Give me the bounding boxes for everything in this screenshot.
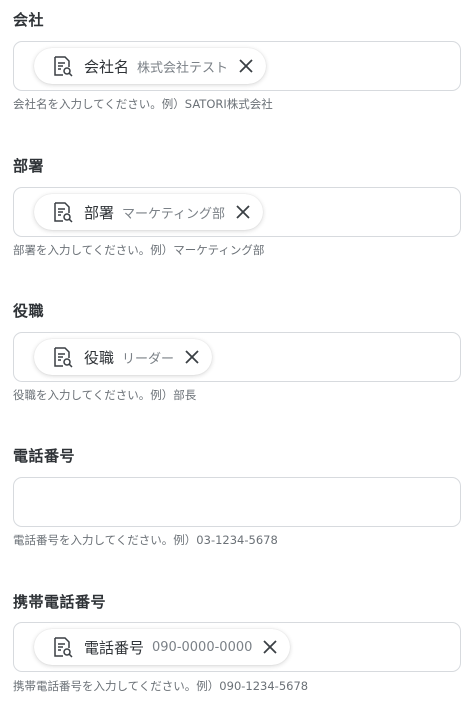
close-icon[interactable] — [262, 639, 278, 655]
company-name-chip[interactable]: 会社名 株式会社テスト — [34, 48, 267, 84]
close-icon[interactable] — [235, 204, 251, 220]
chip-field-name: 電話番号 — [84, 638, 145, 657]
field-label-mobile-phone: 携帯電話番号 — [13, 593, 107, 611]
position-help-text: 役職を入力してください。例）部長 — [13, 388, 197, 402]
document-search-icon — [52, 346, 74, 368]
position-chip[interactable]: 役職 リーダー — [34, 339, 213, 375]
field-label-department: 部署 — [13, 157, 45, 175]
field-label-phone: 電話番号 — [13, 447, 76, 465]
department-help-text: 部署を入力してください。例）マーケティング部 — [13, 243, 265, 257]
chip-field-name: 会社名 — [84, 57, 130, 76]
position-input[interactable]: 役職 リーダー — [13, 332, 461, 382]
field-label-company: 会社 — [13, 11, 45, 29]
close-icon[interactable] — [184, 349, 200, 365]
company-help-text: 会社名を入力してください。例）SATORI株式会社 — [13, 97, 273, 111]
chip-sample-value: リーダー — [122, 351, 175, 367]
phone-help-text: 電話番号を入力してください。例）03-1234-5678 — [13, 533, 278, 547]
department-chip[interactable]: 部署 マーケティング部 — [34, 194, 263, 230]
document-search-icon — [52, 201, 74, 223]
company-input[interactable]: 会社名 株式会社テスト — [13, 41, 461, 91]
close-icon[interactable] — [238, 58, 254, 74]
mobile-phone-input[interactable]: 電話番号 090-0000-0000 — [13, 622, 461, 672]
field-label-position: 役職 — [13, 302, 45, 320]
chip-field-name: 役職 — [84, 348, 115, 367]
phone-input[interactable] — [13, 477, 461, 527]
chip-field-name: 部署 — [84, 203, 115, 222]
department-input[interactable]: 部署 マーケティング部 — [13, 187, 461, 237]
document-search-icon — [52, 636, 74, 658]
document-search-icon — [52, 55, 74, 77]
mobile-phone-help-text: 携帯電話番号を入力してください。例）090-1234-5678 — [13, 679, 309, 693]
mobile-phone-chip[interactable]: 電話番号 090-0000-0000 — [34, 629, 291, 665]
chip-sample-value: 株式会社テスト — [137, 60, 229, 76]
chip-sample-value: マーケティング部 — [122, 206, 225, 222]
chip-sample-value: 090-0000-0000 — [152, 639, 253, 655]
